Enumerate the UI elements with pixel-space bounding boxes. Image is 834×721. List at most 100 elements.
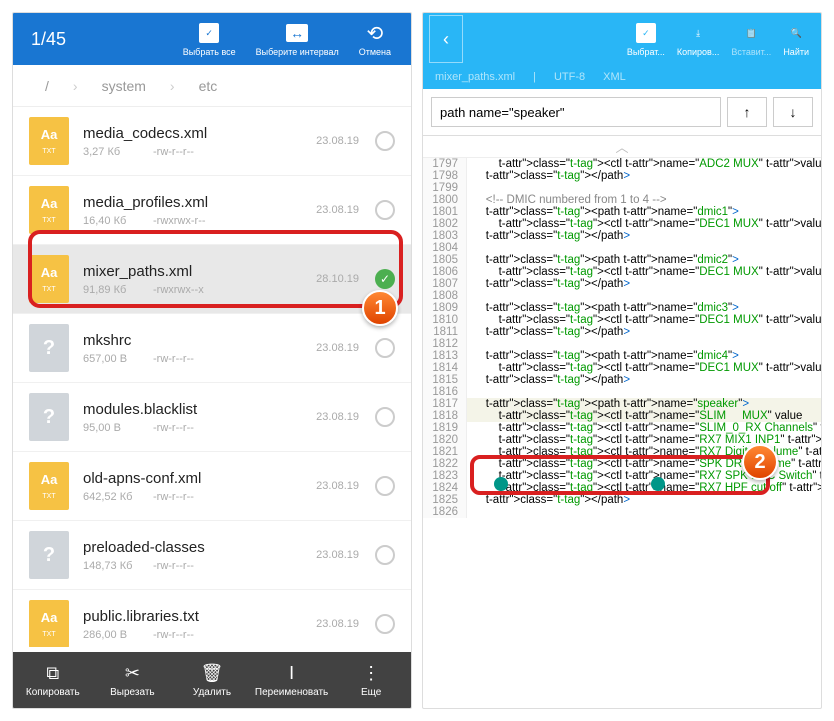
file-date: 23.08.19 (316, 549, 359, 561)
delete-button[interactable]: 🗑Удалить (172, 652, 252, 708)
search-next-button[interactable]: ↓ (773, 97, 813, 127)
badge-1: 1 (362, 290, 398, 326)
file-icon (29, 600, 69, 647)
copy-button[interactable]: ⤓Копиров... (671, 21, 725, 57)
file-permissions: -rwxrwx--x (153, 284, 316, 296)
line-content: t-attr">class="t-tag"><ctl t-attr">name=… (467, 434, 821, 446)
more-button[interactable]: ⋮Еще (331, 652, 411, 708)
line-content: t-attr">class="t-tag"><ctl t-attr">name=… (467, 266, 821, 278)
line-number: 1807 (423, 278, 467, 290)
code-line[interactable]: 1805 t-attr">class="t-tag"><path t-attr"… (423, 254, 821, 266)
code-line[interactable]: 1816 (423, 386, 821, 398)
line-content: t-attr">class="t-tag"><ctl t-attr">name=… (467, 158, 821, 170)
search-icon: 🔍 (784, 21, 808, 45)
code-line[interactable]: 1803 t-attr">class="t-tag"></path> (423, 230, 821, 242)
collapse-indicator[interactable]: ︿ (423, 136, 821, 158)
file-row[interactable]: public.libraries.txt 286,00 В-rw-r--r-- … (13, 590, 411, 647)
paste-button[interactable]: 📋Вставит... (725, 21, 777, 57)
file-row[interactable]: modules.blacklist 95,00 В-rw-r--r-- 23.0… (13, 383, 411, 452)
file-icon (29, 531, 69, 579)
code-line[interactable]: 1809 t-attr">class="t-tag"><path t-attr"… (423, 302, 821, 314)
line-number: 1813 (423, 350, 467, 362)
copy-button[interactable]: ⧉Копировать (13, 652, 93, 708)
radio-unchecked[interactable] (375, 338, 395, 358)
file-size: 16,40 Кб (83, 215, 153, 227)
file-date: 23.08.19 (316, 480, 359, 492)
code-line[interactable]: 1818 t-attr">class="t-tag"><ctl t-attr">… (423, 410, 821, 422)
more-icon: ⋮ (362, 663, 380, 684)
radio-unchecked[interactable] (375, 407, 395, 427)
file-row[interactable]: preloaded-classes 148,73 Кб-rw-r--r-- 23… (13, 521, 411, 590)
code-line[interactable]: 1812 (423, 338, 821, 350)
code-line[interactable]: 1817 t-attr">class="t-tag"><path t-attr"… (423, 398, 821, 410)
code-line[interactable]: 1797 t-attr">class="t-tag"><ctl t-attr">… (423, 158, 821, 170)
code-line[interactable]: 1799 (423, 182, 821, 194)
code-line[interactable]: 1804 (423, 242, 821, 254)
line-number: 1820 (423, 434, 467, 446)
radio-unchecked[interactable] (375, 476, 395, 496)
code-line[interactable]: 1825 t-attr">class="t-tag"></path> (423, 494, 821, 506)
code-line[interactable]: 1801 t-attr">class="t-tag"><path t-attr"… (423, 206, 821, 218)
code-line[interactable]: 1810 t-attr">class="t-tag"><ctl t-attr">… (423, 314, 821, 326)
code-line[interactable]: 1800 <!-- DMIC numbered from 1 to 4 --> (423, 194, 821, 206)
radio-unchecked[interactable] (375, 131, 395, 151)
tab-encoding[interactable]: UTF-8 (554, 71, 585, 83)
code-line[interactable]: 1802 t-attr">class="t-tag"><ctl t-attr">… (423, 218, 821, 230)
code-line[interactable]: 1824 t-attr">class="t-tag"><ctl t-attr">… (423, 482, 821, 494)
selection-handle[interactable] (494, 477, 508, 491)
select-button[interactable]: ✓Выбрат... (621, 21, 671, 57)
tab-filename[interactable]: mixer_paths.xml (435, 71, 515, 83)
line-number: 1799 (423, 182, 467, 194)
file-permissions: -rw-r--r-- (153, 560, 316, 572)
line-content: t-attr">class="t-tag"><ctl t-attr">name=… (467, 410, 821, 422)
file-row[interactable]: mkshrc 657,00 В-rw-r--r-- 23.08.19 (13, 314, 411, 383)
code-line[interactable]: 1815 t-attr">class="t-tag"></path> (423, 374, 821, 386)
line-content: t-attr">class="t-tag"><ctl t-attr">name=… (467, 482, 821, 494)
radio-unchecked[interactable] (375, 200, 395, 220)
cut-button[interactable]: ✂Вырезать (93, 652, 173, 708)
code-line[interactable]: 1806 t-attr">class="t-tag"><ctl t-attr">… (423, 266, 821, 278)
file-row[interactable]: old-apns-conf.xml 642,52 Кб-rw-r--r-- 23… (13, 452, 411, 521)
file-size: 657,00 В (83, 353, 153, 365)
code-line[interactable]: 1819 t-attr">class="t-tag"><ctl t-attr">… (423, 422, 821, 434)
rename-button[interactable]: IПереименовать (252, 652, 332, 708)
code-line[interactable]: 1807 t-attr">class="t-tag"></path> (423, 278, 821, 290)
line-number: 1798 (423, 170, 467, 182)
select-all-button[interactable]: ✓ Выбрать все (173, 21, 246, 57)
code-line[interactable]: 1811 t-attr">class="t-tag"></path> (423, 326, 821, 338)
breadcrumb[interactable]: / › system › etc (13, 65, 411, 107)
search-input[interactable] (431, 97, 721, 127)
find-button[interactable]: 🔍Найти (777, 21, 815, 57)
radio-unchecked[interactable] (375, 614, 395, 634)
code-line[interactable]: 1826 (423, 506, 821, 518)
file-icon (29, 393, 69, 441)
line-number: 1824 (423, 482, 467, 494)
cancel-button[interactable]: ⟲ Отмена (349, 21, 401, 57)
line-number: 1823 (423, 470, 467, 482)
code-line[interactable]: 1814 t-attr">class="t-tag"><ctl t-attr">… (423, 362, 821, 374)
line-number: 1805 (423, 254, 467, 266)
line-content (467, 290, 821, 302)
check-icon: ✓ (199, 23, 219, 43)
selection-handle[interactable] (651, 477, 665, 491)
code-line[interactable]: 1813 t-attr">class="t-tag"><path t-attr"… (423, 350, 821, 362)
radio-unchecked[interactable] (375, 545, 395, 565)
back-button[interactable]: ‹ (429, 15, 463, 63)
code-line[interactable]: 1798 t-attr">class="t-tag"></path> (423, 170, 821, 182)
line-number: 1803 (423, 230, 467, 242)
file-row[interactable]: media_codecs.xml 3,27 Кб-rw-r--r-- 23.08… (13, 107, 411, 176)
undo-icon: ⟲ (363, 21, 387, 45)
code-view[interactable]: 1797 t-attr">class="t-tag"><ctl t-attr">… (423, 158, 821, 708)
line-content: t-attr">class="t-tag"><ctl t-attr">name=… (467, 362, 821, 374)
scissors-icon: ✂ (125, 663, 140, 684)
tab-syntax[interactable]: XML (603, 71, 626, 83)
code-line[interactable]: 1808 (423, 290, 821, 302)
search-prev-button[interactable]: ↑ (727, 97, 767, 127)
file-row[interactable]: media_profiles.xml 16,40 Кб-rwxrwx-r-- 2… (13, 176, 411, 245)
select-interval-button[interactable]: ↔ Выберите интервал (246, 21, 349, 57)
download-icon: ⤓ (686, 21, 710, 45)
checkmark-icon[interactable]: ✓ (375, 269, 395, 289)
file-name: mkshrc (83, 332, 316, 349)
line-number: 1816 (423, 386, 467, 398)
file-row[interactable]: mixer_paths.xml 91,89 Кб-rwxrwx--x 28.10… (13, 245, 411, 314)
